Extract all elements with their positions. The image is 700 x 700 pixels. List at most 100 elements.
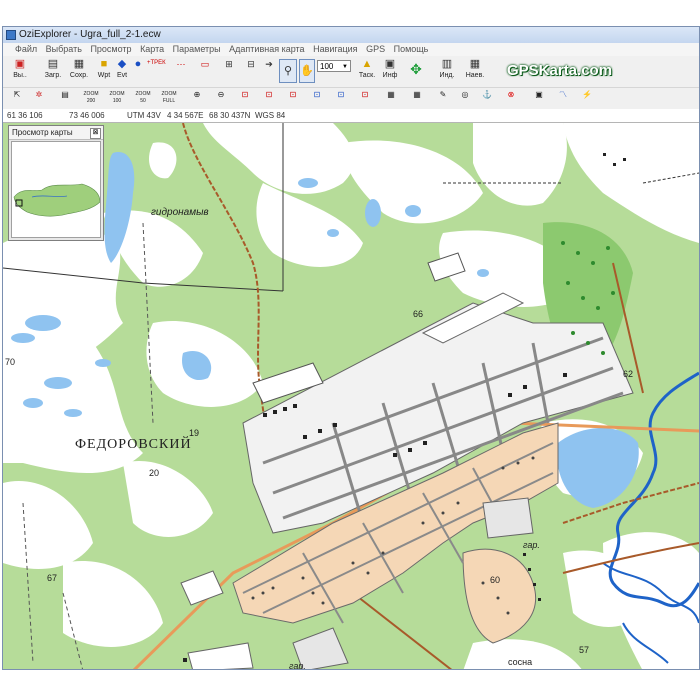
waypoint-button[interactable]: ■ Wpt bbox=[95, 58, 113, 85]
menu-adaptive-map[interactable]: Адаптивная карта bbox=[229, 44, 304, 54]
height-label-57: 57 bbox=[579, 645, 590, 655]
track-tool-2[interactable]: ▭ bbox=[195, 58, 215, 85]
menu-help[interactable]: Помощь bbox=[394, 44, 429, 54]
target-tool[interactable]: ◎ bbox=[455, 91, 475, 105]
folder-icon: ▤ bbox=[47, 58, 59, 70]
map-icon: ⇱ bbox=[13, 90, 21, 99]
save-icon: ▦ bbox=[73, 58, 85, 70]
arrow-icon: ➔ bbox=[265, 59, 273, 69]
properties-icon: ▣ bbox=[535, 90, 543, 99]
gps-icon: ⊡ bbox=[265, 90, 273, 99]
gps-tool-4[interactable]: ⊡ bbox=[307, 91, 327, 105]
save-button[interactable]: ▦ Сохр. bbox=[67, 58, 91, 85]
gps-icon: ⊡ bbox=[241, 90, 249, 99]
height-label-20: 20 bbox=[149, 468, 160, 478]
gps-tool-2[interactable]: ⊡ bbox=[259, 91, 279, 105]
zoom-100-button[interactable]: ZOOM 100 bbox=[107, 91, 127, 105]
menu-file[interactable]: Файл bbox=[15, 44, 37, 54]
gps-tool-6[interactable]: ⊡ bbox=[355, 91, 375, 105]
menu-view[interactable]: Просмотр bbox=[90, 44, 131, 54]
sosna-label: сосна bbox=[508, 657, 533, 667]
menu-map[interactable]: Карта bbox=[140, 44, 164, 54]
zoom-200-button[interactable]: ZOOM 200 bbox=[81, 91, 101, 105]
datum-readout: WGS 84 bbox=[255, 111, 286, 120]
gear-icon: ✲ bbox=[35, 90, 43, 99]
target-icon: ◎ bbox=[461, 90, 469, 99]
zoom-in-tool[interactable]: ⊕ bbox=[187, 91, 207, 105]
zoom-50-button[interactable]: ZOOM 50 bbox=[133, 91, 153, 105]
signal-tool[interactable]: ⚡ bbox=[577, 91, 597, 105]
event-button[interactable]: ◆ Evt bbox=[113, 58, 131, 85]
map-open-tool[interactable]: ⇱ bbox=[7, 91, 27, 105]
route-tool-2[interactable]: ⊟ bbox=[241, 58, 261, 85]
load-button[interactable]: ▤ Загр. bbox=[41, 58, 65, 85]
track-add-button[interactable]: +ТРЕК bbox=[147, 59, 166, 67]
waypoint-icon: ■ bbox=[100, 58, 108, 70]
info-icon: ▣ bbox=[384, 58, 396, 70]
map-canvas[interactable]: ФЕДОРОВСКИЙ гидронамыв гар. гар. сосна 7… bbox=[3, 123, 699, 670]
gps-tool-1[interactable]: ⊡ bbox=[235, 91, 255, 105]
menu-select[interactable]: Выбрать bbox=[46, 44, 82, 54]
info-button[interactable]: ▣ Инф bbox=[379, 58, 401, 85]
close-icon[interactable]: ⊠ bbox=[90, 128, 101, 139]
menu-parameters[interactable]: Параметры bbox=[173, 44, 221, 54]
gps-tool-7[interactable]: ▦ bbox=[381, 91, 401, 105]
route-tool-1[interactable]: ⊞ bbox=[219, 58, 239, 85]
stop-tool[interactable]: ⊗ bbox=[501, 91, 521, 105]
navigation-button[interactable]: ▦ Наев. bbox=[463, 58, 487, 85]
zoom-out-tool[interactable]: ⊖ bbox=[211, 91, 231, 105]
properties-tool[interactable]: ▣ bbox=[529, 91, 549, 105]
exit-icon: ▣ bbox=[14, 58, 26, 70]
easting-readout: 4 34 567E bbox=[167, 111, 204, 120]
exit-button[interactable]: ▣ Вы.. bbox=[9, 58, 31, 85]
move-map-button[interactable]: ✋ bbox=[299, 59, 315, 83]
track-tool-1[interactable]: ⋯ bbox=[171, 58, 191, 85]
preview-title: Просмотр карты bbox=[9, 126, 103, 140]
indicator-button[interactable]: ▥ Инд. bbox=[435, 58, 459, 85]
pen-tool[interactable]: ✎ bbox=[433, 91, 453, 105]
gps-tool-5[interactable]: ⊡ bbox=[331, 91, 351, 105]
mark-icon: ● bbox=[134, 58, 142, 70]
graph-tool[interactable]: 〽 bbox=[553, 91, 573, 105]
pan-arrows-icon: ✥ bbox=[410, 61, 422, 77]
mark-button[interactable]: ● bbox=[131, 58, 145, 85]
layers-icon: ▤ bbox=[61, 90, 69, 99]
status-bar: 61 36 106 73 46 006 UTM 43V 4 34 567E 68… bbox=[3, 109, 699, 123]
town-label: ФЕДОРОВСКИЙ bbox=[75, 437, 192, 452]
chart-icon: 〽 bbox=[559, 90, 567, 99]
gps-icon: ⊡ bbox=[289, 90, 297, 99]
main-toolbar: ▣ Вы.. ▤ Загр. ▦ Сохр. ■ Wpt ◆ Evt ● +ТР… bbox=[3, 56, 699, 88]
menu-navigation[interactable]: Навигация bbox=[313, 44, 357, 54]
secondary-toolbar: ⇱ ✲ ▤ ZOOM 200 ZOOM 100 ZOOM 50 ZOOM FUL… bbox=[3, 88, 699, 110]
app-icon bbox=[6, 30, 16, 40]
track-dots-icon: ▭ bbox=[200, 59, 210, 69]
arrow-tool[interactable]: ➔ bbox=[261, 58, 277, 85]
route-grid-icon: ⊟ bbox=[247, 59, 255, 69]
title-bar: OziExplorer - Ugra_full_2-1.ecw bbox=[3, 27, 699, 44]
pan-arrows-button[interactable]: ✥ bbox=[403, 58, 429, 85]
preview-map-graphic bbox=[12, 142, 100, 237]
gps-tool-3[interactable]: ⊡ bbox=[283, 91, 303, 105]
gps-tool-8[interactable]: ▦ bbox=[407, 91, 427, 105]
anchor-tool[interactable]: ⚓ bbox=[477, 91, 497, 105]
zoom-full-button[interactable]: ZOOM FULL bbox=[159, 91, 179, 105]
menu-bar: Файл Выбрать Просмотр Карта Параметры Ад… bbox=[3, 43, 699, 56]
gps-icon: ⊡ bbox=[337, 90, 345, 99]
height-label-60: 60 bbox=[490, 575, 501, 585]
menu-gps[interactable]: GPS bbox=[366, 44, 385, 54]
find-button[interactable]: ⚲ bbox=[279, 59, 297, 83]
map-settings-tool[interactable]: ✲ bbox=[29, 91, 49, 105]
preview-map[interactable] bbox=[11, 141, 101, 238]
garage-label-2: гар. bbox=[289, 661, 306, 670]
map-layer-tool[interactable]: ▤ bbox=[55, 91, 75, 105]
app-window: OziExplorer - Ugra_full_2-1.ecw Файл Выб… bbox=[2, 26, 700, 670]
height-label-62: 62 bbox=[623, 369, 634, 379]
map-preview-panel: Просмотр карты ⊠ bbox=[8, 125, 104, 241]
task-button[interactable]: ▲ Таск. bbox=[355, 58, 379, 85]
brand-watermark: GPSKarta.com bbox=[507, 62, 613, 79]
zoom-select[interactable]: 100 ▼ bbox=[317, 60, 351, 72]
height-label-70: 70 bbox=[5, 357, 16, 367]
zoom-out-icon: ⊖ bbox=[217, 90, 225, 99]
navigation-icon: ▦ bbox=[469, 58, 481, 70]
route-icon: ⊞ bbox=[225, 59, 233, 69]
